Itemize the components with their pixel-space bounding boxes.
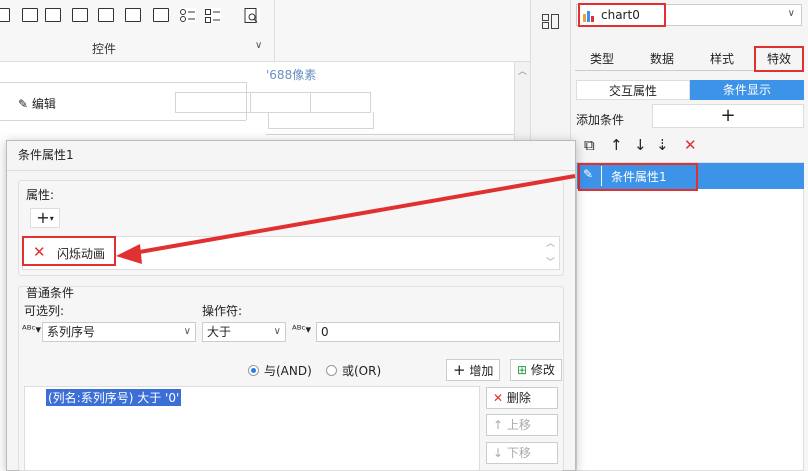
add-condition-label: 添加条件 (576, 113, 625, 127)
radio-and[interactable]: 与(AND) (248, 362, 312, 379)
add-button-label: 增加 (469, 364, 494, 378)
condition-list (576, 162, 804, 471)
form-widget-icon[interactable] (72, 8, 88, 22)
condition-expression[interactable]: (列名:系列序号) 大于 '0' (46, 389, 182, 406)
operator-label: 操作符: (202, 304, 243, 318)
operator-select[interactable]: 大于 ∨ (202, 322, 286, 342)
common-condition-label: 普通条件 (26, 286, 75, 300)
widget-toolbar: 控件 ∨ (0, 0, 275, 62)
abc-type-icon[interactable]: ᴬᴮᶜ▾ (22, 323, 41, 336)
chevron-down-icon[interactable]: ∨ (788, 8, 795, 19)
move-down-label: 下移 (506, 446, 531, 460)
modify-button-label: 修改 (530, 363, 555, 377)
value-type-icon[interactable]: ᴬᴮᶜ▾ (292, 323, 311, 336)
number-widget-icon[interactable] (125, 8, 141, 22)
tab-type[interactable]: 类型 (576, 48, 628, 70)
segment-condition-display[interactable]: 条件显示 (690, 80, 804, 100)
move-down-button[interactable]: ↓ 下移 (486, 442, 558, 464)
radio-and-label: 与(AND) (264, 364, 312, 378)
arrow-down-icon: ↓ (493, 446, 504, 460)
delete-icon[interactable]: ✕ (684, 136, 697, 154)
highlight-box (22, 236, 116, 266)
arrow-down-icon[interactable]: ↓ (634, 136, 647, 154)
column-select[interactable]: 系列序号 ∨ (42, 322, 196, 342)
dialog-title: 条件属性1 (18, 148, 74, 162)
value-input[interactable]: 0 (316, 322, 560, 342)
chevron-down-icon[interactable]: ∨ (255, 40, 262, 51)
edit-label: 编辑 (31, 97, 56, 111)
modify-button[interactable]: ⊞ 修改 (510, 359, 562, 381)
add-condition-button[interactable]: + (652, 104, 804, 128)
radio-or[interactable]: 或(OR) (326, 362, 381, 379)
add-button[interactable]: + 增加 (446, 359, 501, 381)
textarea-widget-icon[interactable] (153, 8, 169, 22)
column-label: 可选列: (24, 304, 65, 318)
edit-button[interactable]: ✎ 编辑 (18, 95, 56, 112)
move-up-label: 上移 (506, 418, 531, 432)
column-select-value: 系列序号 (47, 325, 96, 339)
pencil-icon: ✎ (18, 97, 29, 111)
radio-or-label: 或(OR) (342, 364, 382, 378)
checkbox-widget-icon[interactable] (205, 8, 221, 23)
move-up-button[interactable]: ↑ 上移 (486, 414, 558, 436)
search-widget-icon[interactable] (244, 8, 260, 23)
modify-icon: ⊞ (517, 363, 528, 377)
divider (7, 170, 575, 171)
arrow-up-icon: ↑ (493, 418, 504, 432)
toolbar-extension (275, 0, 530, 62)
sort-icon[interactable]: ⇣ (656, 136, 669, 154)
highlight-box (578, 163, 698, 191)
property-label: 属性: (26, 188, 55, 202)
tab-style[interactable]: 样式 (696, 48, 748, 70)
canvas-size-label: '688像素 (266, 68, 317, 82)
highlight-box (578, 3, 666, 27)
dropdown-widget-icon[interactable] (45, 8, 61, 22)
plus-icon: + (453, 361, 466, 379)
textbox-widget-icon[interactable] (22, 8, 38, 22)
property-scrollbar[interactable]: ︿ ﹀ (541, 236, 559, 270)
copy-icon[interactable]: ⧉ (584, 136, 595, 154)
radio-widget-icon[interactable] (180, 8, 196, 22)
chevron-down-icon: ∨ (183, 326, 191, 337)
arrow-up-icon[interactable]: ↑ (610, 136, 623, 154)
toolbar-group-label: 控件 (92, 42, 117, 56)
highlight-box (754, 46, 804, 72)
date-widget-icon[interactable] (98, 8, 114, 22)
tab-data[interactable]: 数据 (636, 48, 688, 70)
delete-button[interactable]: ✕ 删除 (486, 387, 558, 409)
operator-select-value: 大于 (207, 325, 232, 339)
layout-icon[interactable] (542, 14, 560, 33)
delete-icon: ✕ (493, 391, 504, 405)
segment-interaction[interactable]: 交互属性 (576, 80, 690, 100)
label-widget-icon[interactable] (0, 8, 10, 22)
delete-button-label: 删除 (506, 391, 531, 405)
chevron-down-icon: ∨ (273, 326, 281, 337)
add-property-button[interactable]: +▾ (30, 208, 60, 228)
